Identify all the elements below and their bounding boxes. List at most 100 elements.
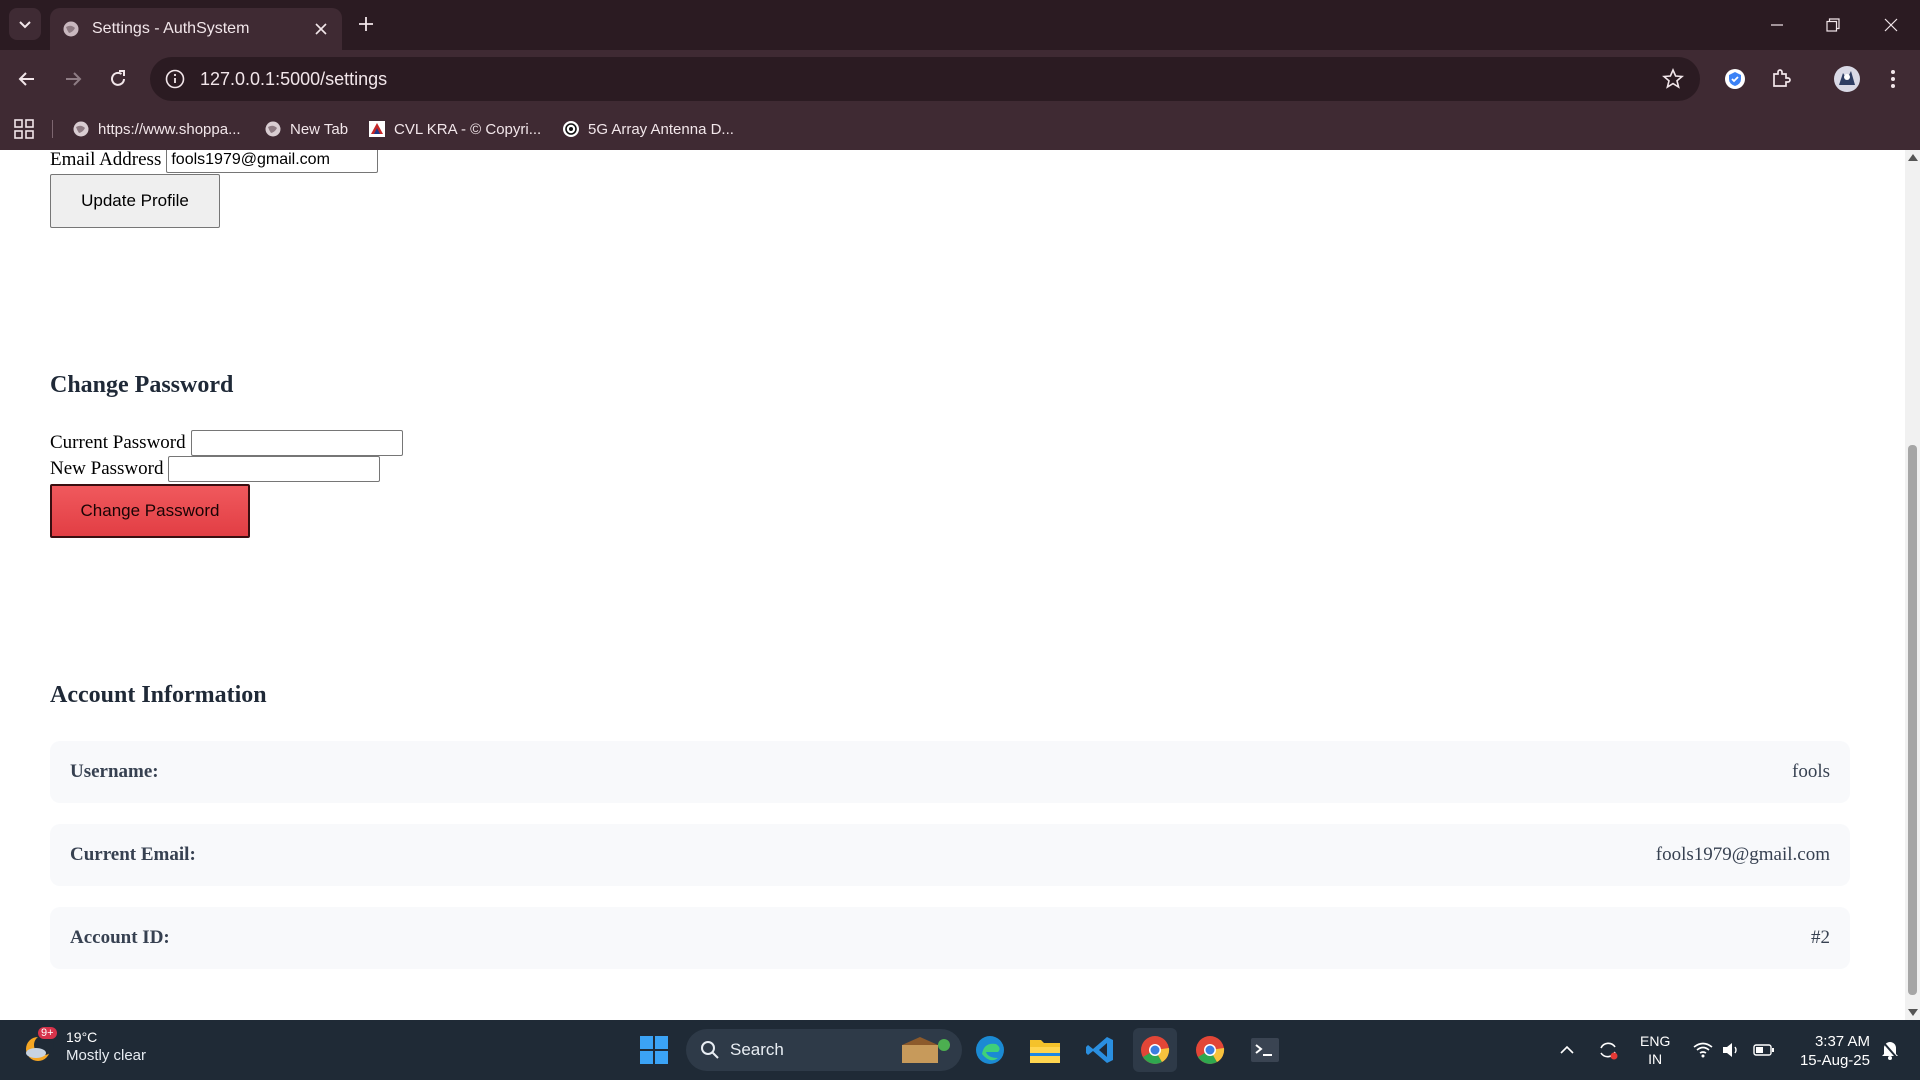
account-id-key: Account ID: xyxy=(70,927,170,948)
current-email-key: Current Email: xyxy=(70,844,196,865)
active-tab[interactable]: Settings - AuthSystem xyxy=(50,8,342,50)
extension-shield-button[interactable] xyxy=(1720,64,1750,94)
new-password-field[interactable] xyxy=(168,456,381,482)
bookmark-5g-antenna[interactable]: 5G Array Antenna D... xyxy=(562,118,734,140)
taskbar-search[interactable]: Search xyxy=(686,1029,962,1071)
address-bar[interactable]: 127.0.0.1:5000/settings xyxy=(150,57,1700,101)
vscode-icon xyxy=(1086,1037,1113,1063)
scroll-down-arrow-icon[interactable] xyxy=(1908,1009,1918,1016)
battery-icon xyxy=(1753,1044,1774,1056)
username-key: Username: xyxy=(70,761,159,782)
page-scrollbar[interactable] xyxy=(1905,150,1920,1020)
back-button[interactable] xyxy=(12,64,42,94)
change-password-heading: Change Password xyxy=(50,372,234,398)
search-icon xyxy=(701,1041,719,1059)
notification-bell-icon xyxy=(1882,1041,1898,1060)
globe-icon xyxy=(265,121,281,137)
chrome-app-profile[interactable] xyxy=(1188,1028,1232,1072)
shield-icon xyxy=(1725,69,1745,89)
bookmark-star-icon[interactable] xyxy=(1662,68,1684,90)
bookmark-shoppa[interactable]: https://www.shoppa... xyxy=(72,118,241,140)
terminal-app[interactable] xyxy=(1243,1028,1287,1072)
restore-button[interactable] xyxy=(1818,10,1848,40)
url-text: 127.0.0.1:5000/settings xyxy=(200,68,388,89)
info-row-username: Username: fools xyxy=(50,741,1850,803)
edge-app[interactable] xyxy=(968,1028,1012,1072)
folder-icon xyxy=(1030,1040,1060,1063)
site-info-icon[interactable] xyxy=(164,68,186,90)
clock-time: 3:37 AM xyxy=(1814,1033,1870,1050)
terminal-icon xyxy=(1251,1038,1279,1062)
volume-tray[interactable] xyxy=(1718,1020,1744,1080)
current-password-label: Current Password xyxy=(50,432,186,453)
edge-icon xyxy=(976,1036,1004,1064)
speaker-icon xyxy=(1723,1043,1737,1057)
bookmark-label: CVL KRA - © Copyri... xyxy=(394,120,542,138)
update-profile-button[interactable]: Update Profile xyxy=(50,174,220,228)
bookmark-label: New Tab xyxy=(290,120,349,138)
vscode-app[interactable] xyxy=(1078,1028,1122,1072)
bookmark-new-tab[interactable]: New Tab xyxy=(264,118,348,140)
windows-taskbar: 9+ 19°C Mostly clear Search ENG IN 3:37 … xyxy=(0,1020,1920,1080)
email-field-row: Email Address xyxy=(50,150,379,173)
bookmark-label: 5G Array Antenna D... xyxy=(588,120,734,138)
browser-tab-bar: Settings - AuthSystem xyxy=(0,0,1920,50)
puzzle-icon xyxy=(1773,69,1791,87)
minimize-icon xyxy=(1771,24,1783,26)
plus-icon xyxy=(359,17,373,31)
scroll-up-arrow-icon[interactable] xyxy=(1908,154,1918,161)
globe-icon xyxy=(63,21,79,37)
chrome-app-active[interactable] xyxy=(1133,1028,1177,1072)
info-row-account-id: Account ID: #2 xyxy=(50,907,1850,969)
new-password-label: New Password xyxy=(50,458,164,479)
globe-icon xyxy=(73,121,89,137)
start-button[interactable] xyxy=(632,1028,676,1072)
wifi-tray[interactable] xyxy=(1690,1020,1716,1080)
wifi-icon xyxy=(1693,1042,1713,1058)
page-viewport: Email Address Update Profile Change Pass… xyxy=(0,150,1905,1020)
weather-moon-icon: 9+ xyxy=(22,1027,58,1065)
account-id-value: #2 xyxy=(1811,927,1830,948)
tab-search-button[interactable] xyxy=(9,8,41,40)
file-explorer-app[interactable] xyxy=(1023,1028,1067,1072)
arrow-left-icon xyxy=(18,72,34,86)
clock-date: 15-Aug-25 xyxy=(1799,1052,1870,1069)
avatar-icon xyxy=(1834,66,1860,92)
forward-button[interactable] xyxy=(58,64,88,94)
cvl-logo-icon xyxy=(369,121,385,137)
close-window-button[interactable] xyxy=(1876,10,1906,40)
weather-badge: 9+ xyxy=(38,1027,57,1039)
notifications-button[interactable] xyxy=(1876,1020,1904,1080)
chevron-up-icon xyxy=(1560,1045,1574,1054)
bookmarks-divider xyxy=(52,120,53,138)
weather-widget[interactable]: 9+ 19°C Mostly clear xyxy=(22,1027,146,1066)
new-password-row: New Password xyxy=(50,456,381,482)
restore-icon xyxy=(1826,18,1840,32)
new-tab-button[interactable] xyxy=(354,12,378,36)
reload-button[interactable] xyxy=(103,64,133,94)
minimize-button[interactable] xyxy=(1762,10,1792,40)
input-language-indicator[interactable]: ENG IN xyxy=(1640,1032,1670,1068)
battery-tray[interactable] xyxy=(1750,1020,1778,1080)
weather-temperature: 19°C xyxy=(66,1029,98,1045)
sync-tray-button[interactable] xyxy=(1594,1020,1622,1080)
profile-button[interactable] xyxy=(1832,64,1862,94)
bookmark-label: https://www.shoppa... xyxy=(98,120,241,138)
current-password-field[interactable] xyxy=(190,430,403,456)
scroll-thumb[interactable] xyxy=(1908,445,1917,995)
close-tab-icon[interactable] xyxy=(312,20,330,38)
system-clock[interactable]: 3:37 AM 15-Aug-25 xyxy=(1790,1032,1870,1070)
show-hidden-icons-button[interactable] xyxy=(1555,1020,1579,1080)
language-code: ENG xyxy=(1640,1033,1671,1049)
arrow-right-icon xyxy=(66,72,82,86)
email-field[interactable] xyxy=(166,150,379,173)
chevron-down-icon xyxy=(19,21,31,29)
email-label: Email Address xyxy=(50,150,162,170)
extensions-button[interactable] xyxy=(1766,64,1796,94)
change-password-button[interactable]: Change Password xyxy=(50,484,250,538)
windows-logo-icon xyxy=(640,1036,668,1064)
apps-grid-icon[interactable] xyxy=(14,119,34,139)
bookmark-cvl-kra[interactable]: CVL KRA - © Copyri... xyxy=(368,118,541,140)
search-label: Search xyxy=(730,1040,784,1059)
browser-menu-button[interactable] xyxy=(1878,64,1908,94)
